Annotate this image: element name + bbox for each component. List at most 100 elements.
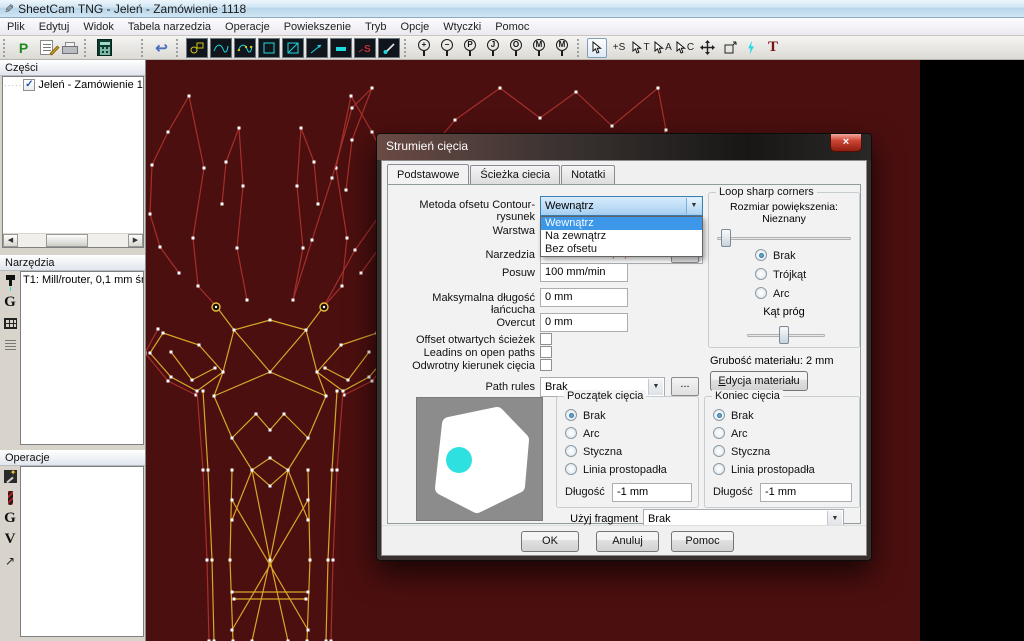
add-mill-tool-button[interactable] (1, 272, 19, 291)
help-button[interactable]: Pomoc (671, 531, 734, 552)
part-tree-item[interactable]: ····· ✓ Jeleń - Zamówienie 1 (3, 77, 143, 93)
parts-hscrollbar[interactable]: ◀ ▶ (3, 233, 143, 247)
end-radio-linia[interactable] (713, 463, 725, 475)
cancel-button[interactable]: Anuluj (596, 531, 659, 552)
tab-podstawowe[interactable]: Podstawowe (387, 164, 469, 185)
view-path-button[interactable] (210, 38, 232, 58)
parts-list[interactable]: ····· ✓ Jeleń - Zamówienie 1 ◀ ▶ (2, 76, 144, 248)
operations-list[interactable] (20, 466, 144, 637)
droplist-option-na-zewnatrz[interactable]: Na zewnątrz (541, 230, 702, 243)
reverse-checkbox[interactable] (540, 359, 552, 371)
zoom-material-button[interactable]: M (552, 38, 573, 58)
gcode-operation-button[interactable]: G (1, 509, 19, 528)
end-radio-styczna[interactable] (713, 445, 725, 457)
menu-tryb[interactable]: Tryb (358, 19, 394, 35)
calculator-button[interactable] (94, 38, 115, 58)
drill-operation-button[interactable] (1, 488, 19, 507)
start-radio-linia[interactable] (565, 463, 577, 475)
select-tool-t-button[interactable]: T (631, 38, 651, 58)
start-radio-arc[interactable] (565, 427, 577, 439)
tool-list-item[interactable]: T1: Mill/router, 0,1 mm śre (21, 272, 143, 288)
feed-input[interactable]: 100 mm/min (540, 263, 628, 282)
path-rules-browse-button[interactable]: ... (671, 377, 699, 396)
menu-edytuj[interactable]: Edytuj (32, 19, 77, 35)
open-offset-checkbox[interactable] (540, 333, 552, 345)
menu-powiekszenie[interactable]: Powiekszenie (277, 19, 358, 35)
zoom-machine-button[interactable]: M (529, 38, 550, 58)
start-length-input[interactable]: -1 mm (612, 483, 692, 502)
tool-table-button[interactable] (1, 314, 19, 333)
jog-operation-button[interactable]: ↗ (1, 551, 19, 570)
dialog-close-button[interactable]: × (830, 134, 862, 152)
select-tool-button[interactable] (587, 38, 607, 58)
select-tool-a-button[interactable]: A (653, 38, 673, 58)
leadins-checkbox[interactable] (540, 346, 552, 358)
zoom-out-button[interactable]: − (437, 38, 458, 58)
tool-gcode-button[interactable]: G (1, 293, 19, 312)
view-start-points-button[interactable]: S (354, 38, 376, 58)
cut-stream-dialog: Strumień cięcia × Podstawowe Ścieżka cie… (376, 133, 872, 561)
start-radio-brak[interactable] (565, 409, 577, 421)
view-direction-button[interactable] (306, 38, 328, 58)
plot-pen-button[interactable] (378, 38, 400, 58)
part-checkbox[interactable]: ✓ (23, 79, 35, 91)
overcut-input[interactable]: 0 mm (540, 313, 628, 332)
chain-length-input[interactable]: 0 mm (540, 288, 628, 307)
scroll-left-arrow[interactable]: ◀ (3, 234, 18, 247)
menu-tabela-narzedzia[interactable]: Tabela narzedzia (121, 19, 218, 35)
droplist-option-bez-ofsetu[interactable]: Bez ofsetu (541, 243, 702, 256)
ok-button[interactable]: OK (521, 531, 579, 552)
scroll-right-arrow[interactable]: ▶ (128, 234, 143, 247)
pointer-icon (592, 41, 603, 54)
wizard-operation-button[interactable] (1, 467, 19, 486)
zoom-job-button[interactable]: J (483, 38, 504, 58)
zoom-part-button[interactable]: P (460, 38, 481, 58)
view-hatched-button[interactable] (282, 38, 304, 58)
move-tool-button[interactable] (697, 38, 717, 58)
offset-method-combobox[interactable]: Wewnątrz ▼ (540, 196, 703, 216)
menu-pomoc[interactable]: Pomoc (488, 19, 536, 35)
end-radio-arc[interactable] (713, 427, 725, 439)
menu-opcje[interactable]: Opcje (394, 19, 437, 35)
edit-material-button[interactable]: Edycja materiału (710, 371, 808, 391)
view-part-button[interactable] (186, 38, 208, 58)
menu-operacje[interactable]: Operacje (218, 19, 277, 35)
tool-list-button[interactable] (1, 335, 19, 354)
loop-size-slider-track[interactable] (717, 237, 851, 240)
zoom-in-button[interactable]: + (414, 38, 435, 58)
part-tool-button[interactable]: P (13, 38, 34, 58)
view-rapids-button[interactable] (330, 38, 352, 58)
start-radio-styczna-label: Styczna (583, 446, 622, 458)
loop-radio-brak[interactable] (755, 249, 767, 261)
dialog-titlebar[interactable]: Strumień cięcia × (377, 134, 871, 160)
end-radio-brak[interactable] (713, 409, 725, 421)
menu-wtyczki[interactable]: Wtyczki (436, 19, 488, 35)
start-length-label: Długość (565, 486, 605, 498)
droplist-option-wewnatrz[interactable]: Wewnątrz (541, 217, 702, 230)
text-tool-button[interactable]: T (763, 38, 783, 58)
loop-radio-trojkat[interactable] (755, 268, 767, 280)
view-path-nodes-button[interactable] (234, 38, 256, 58)
menu-plik[interactable]: Plik (0, 19, 32, 35)
tools-list[interactable]: T1: Mill/router, 0,1 mm śre (20, 271, 144, 445)
undo-button[interactable]: ↩ (151, 38, 172, 58)
select-tool-c-button[interactable]: C (675, 38, 695, 58)
start-radio-styczna[interactable] (565, 445, 577, 457)
angle-slider-thumb[interactable] (779, 326, 789, 344)
tab-sciezka-ciecia[interactable]: Ścieżka ciecia (470, 165, 560, 184)
view-outline-button[interactable] (258, 38, 280, 58)
end-length-input[interactable]: -1 mm (760, 483, 852, 502)
loop-size-slider-thumb[interactable] (721, 229, 731, 247)
menu-widok[interactable]: Widok (76, 19, 121, 35)
select-add-button[interactable]: +S (609, 38, 629, 58)
print-button[interactable] (59, 38, 80, 58)
simulate-tool-button[interactable] (741, 38, 761, 58)
loop-radio-arc[interactable] (755, 287, 767, 299)
edit-document-button[interactable] (36, 38, 57, 58)
tab-notatki[interactable]: Notatki (561, 165, 615, 184)
rotate-tool-button[interactable] (719, 38, 739, 58)
zoom-origin-button[interactable]: O (506, 38, 527, 58)
vcarve-operation-button[interactable]: V (1, 530, 19, 549)
scroll-thumb[interactable] (46, 234, 88, 247)
start-radio-linia-label: Linia prostopadła (583, 464, 667, 476)
